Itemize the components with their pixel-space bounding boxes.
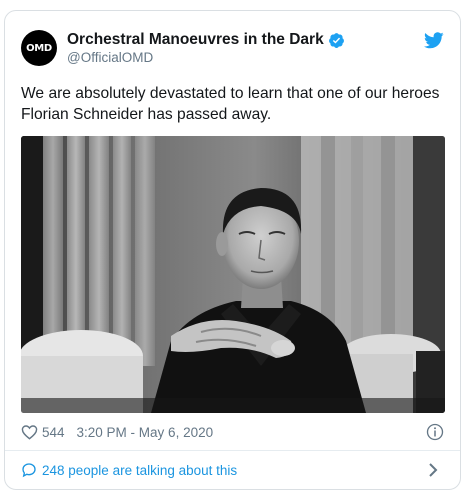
display-name-row: Orchestral Manoeuvres in the Dark (67, 31, 345, 49)
twitter-bird-icon[interactable] (424, 32, 444, 49)
tweet-text: We are absolutely devastated to learn th… (21, 85, 440, 123)
footer-divider (5, 450, 460, 451)
avatar[interactable]: OMD (21, 30, 57, 66)
heart-icon[interactable] (21, 424, 38, 440)
account-handle[interactable]: @OfficialOMD (67, 50, 345, 65)
talking-about-text[interactable]: 248 people are talking about this (42, 463, 237, 478)
black-and-white-portrait-photo (21, 136, 445, 413)
embedded-tweet-card: OMD Orchestral Manoeuvres in the Dark @O… (4, 10, 461, 490)
info-icon[interactable] (426, 423, 444, 441)
tweet-timestamp[interactable]: 3:20 PM - May 6, 2020 (77, 425, 214, 440)
avatar-logo-text: OMD (26, 42, 52, 54)
chevron-right-icon[interactable] (428, 463, 438, 477)
like-count[interactable]: 544 (42, 425, 65, 440)
tweet-header: OMD Orchestral Manoeuvres in the Dark @O… (21, 30, 444, 70)
account-names: Orchestral Manoeuvres in the Dark @Offic… (67, 31, 345, 65)
conversation-link[interactable]: 248 people are talking about this (21, 459, 444, 481)
tweet-meta: 544 3:20 PM - May 6, 2020 (21, 422, 444, 442)
verified-badge-icon (328, 32, 344, 48)
display-name[interactable]: Orchestral Manoeuvres in the Dark (67, 31, 324, 49)
speech-bubble-icon (22, 463, 36, 478)
tweet-photo[interactable] (21, 136, 445, 413)
